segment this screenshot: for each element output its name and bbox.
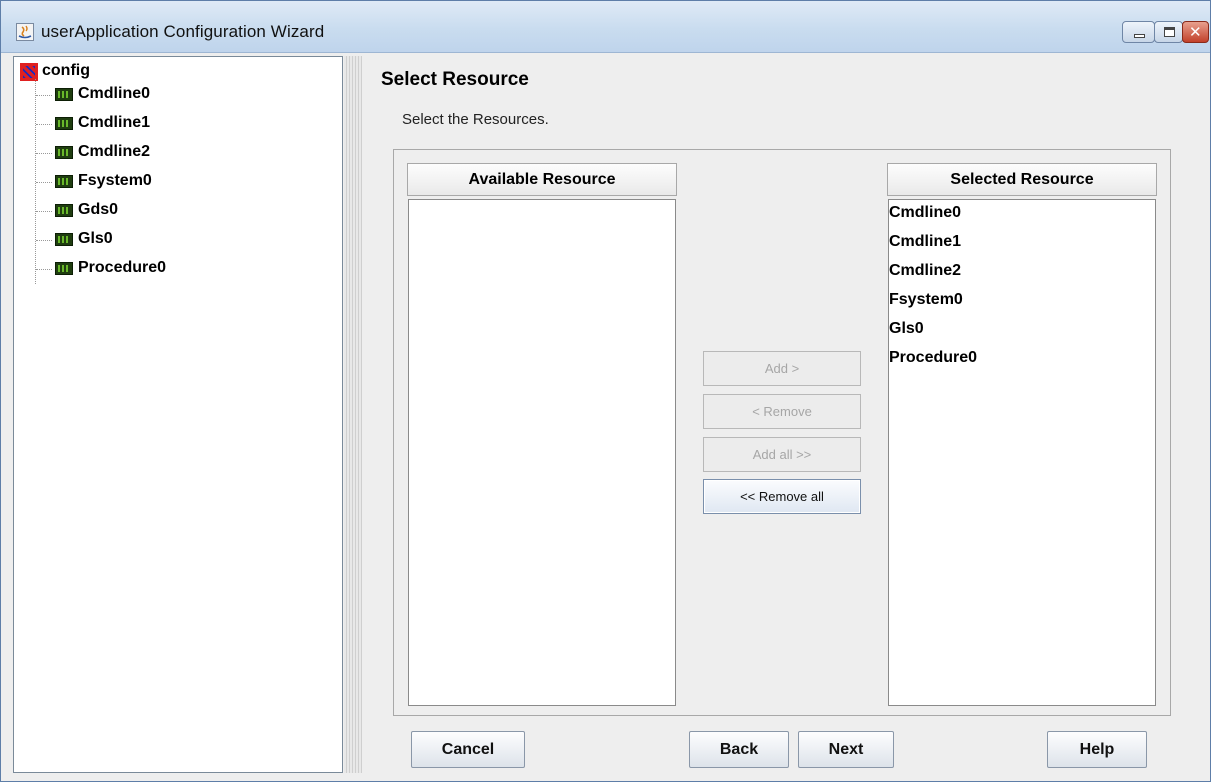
tree-item-label: Procedure0 [78,259,167,276]
resource-icon [55,146,73,159]
tree-connector [36,240,52,241]
back-button[interactable]: Back [689,731,789,768]
tree-item-label: Cmdline2 [78,143,151,160]
next-button[interactable]: Next [798,731,894,768]
tree-item-label: Fsystem0 [78,172,152,189]
tree-item-label: Gds0 [78,201,119,218]
close-icon: ✕ [1189,23,1202,41]
maximize-button[interactable] [1154,21,1183,43]
close-button[interactable]: ✕ [1182,21,1209,43]
tree-item-label: Gls0 [78,230,113,247]
maximize-icon [1164,27,1175,37]
tree-root-label: config [42,62,90,79]
list-item[interactable]: Cmdline2 [889,262,961,280]
selected-resource-header: Selected Resource [887,163,1157,196]
list-item[interactable]: Cmdline1 [889,233,961,251]
tree-connector [36,269,52,270]
page-title: Select Resource [381,69,529,90]
tree-connector [36,153,52,154]
list-item[interactable]: Fsystem0 [889,291,963,309]
tree-item-label: Cmdline0 [78,85,151,102]
help-button[interactable]: Help [1047,731,1147,768]
add-button[interactable]: Add > [703,351,861,386]
tree-item-label: Cmdline1 [78,114,151,131]
window-title: userApplication Configuration Wizard [41,22,325,41]
list-item[interactable]: Cmdline0 [889,204,961,222]
page-subtitle: Select the Resources. [402,111,549,128]
available-resource-header: Available Resource [407,163,677,196]
list-item[interactable]: Gls0 [889,320,924,338]
minimize-icon [1134,34,1145,38]
available-resource-list[interactable] [408,199,676,706]
title-bar[interactable]: userApplication Configuration Wizard ✕ [1,1,1210,53]
tree-connector [36,95,52,96]
cancel-button[interactable]: Cancel [411,731,525,768]
resource-icon [55,88,73,101]
resource-icon [55,175,73,188]
selected-resource-list[interactable]: Cmdline0 Cmdline1 Cmdline2 Fsystem0 Gls0… [888,199,1156,706]
wizard-window: userApplication Configuration Wizard ✕ c… [0,0,1211,782]
list-item[interactable]: Procedure0 [889,349,977,367]
resource-icon [55,204,73,217]
tree-connector [36,124,52,125]
resource-tree[interactable]: config Cmdline0 Cmdline1 Cmdline2 Fsyste… [13,56,343,773]
split-pane-divider[interactable] [344,56,362,773]
java-app-icon [16,23,34,41]
resource-icon [55,262,73,275]
remove-all-button[interactable]: << Remove all [703,479,861,514]
resource-icon [55,233,73,246]
tree-connector [36,182,52,183]
resource-icon [55,117,73,130]
add-all-button[interactable]: Add all >> [703,437,861,472]
minimize-button[interactable] [1122,21,1155,43]
remove-button[interactable]: < Remove [703,394,861,429]
tree-connector [36,211,52,212]
